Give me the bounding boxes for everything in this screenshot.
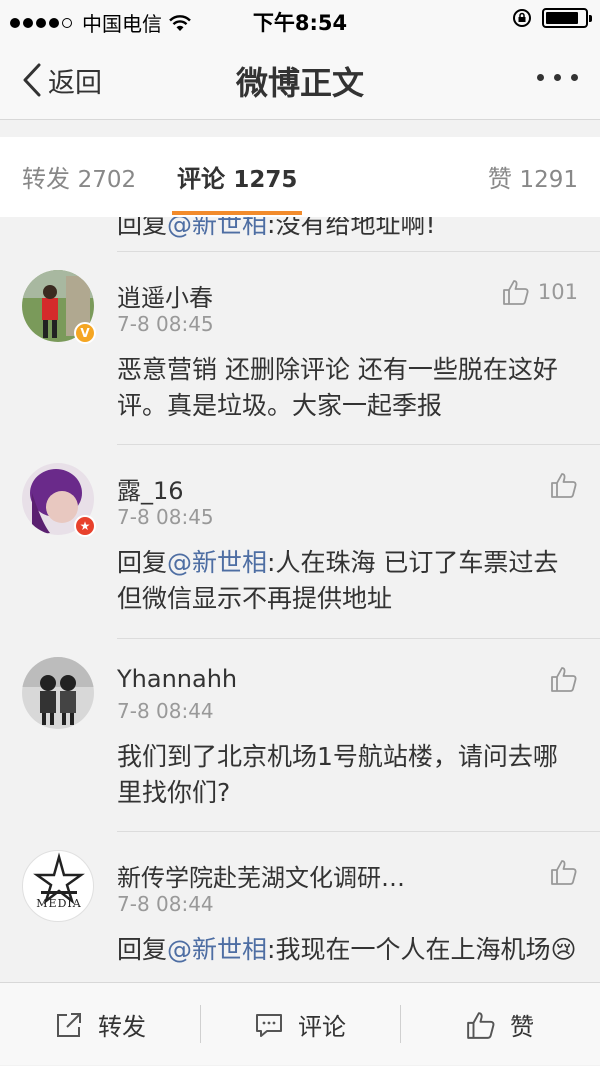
- thumbs-up-icon: [467, 1011, 495, 1039]
- comment-username[interactable]: 新传学院赴芜湖文化调研…: [117, 858, 405, 893]
- thumbs-up-icon: [551, 860, 577, 885]
- rotation-lock-icon: [513, 9, 531, 27]
- member-badge-icon: ★: [74, 515, 96, 537]
- comment-button[interactable]: 评论: [200, 983, 400, 1066]
- comment-item: MEDIA 新传学院赴芜湖文化调研… 7-8 08:44 回复@新世相:我现在一…: [0, 832, 600, 982]
- nav-bar: 返回 微博正文: [0, 40, 600, 120]
- partial-comment-text: 回复@新世相:没有给地址啊!: [117, 217, 435, 241]
- battery-icon: [542, 8, 592, 28]
- tab-repost-label: 转发: [22, 165, 70, 193]
- avatar-image: [22, 657, 94, 729]
- more-options-button[interactable]: [537, 74, 578, 81]
- more-dot-icon: [554, 74, 561, 81]
- status-bar: 中国电信 下午8:54: [0, 0, 600, 40]
- avatar-image: MEDIA: [22, 850, 94, 922]
- tab-comment-label: 评论: [177, 165, 225, 193]
- active-tab-indicator: [172, 211, 302, 215]
- status-right: [512, 8, 592, 28]
- comment-item: V 逍遥小春 7-8 08:45 101 恶意营销 还删除评论 还有一些脱在这好…: [0, 252, 600, 444]
- comment-username[interactable]: Yhannahh: [117, 665, 237, 693]
- comment-time: 7-8 08:45: [117, 312, 214, 336]
- more-dot-icon: [537, 74, 544, 81]
- page-title: 微博正文: [235, 64, 364, 102]
- comment-username[interactable]: 露_16: [117, 471, 184, 506]
- comment-label: 评论: [298, 1013, 346, 1041]
- reply-prefix: 回复: [117, 935, 168, 964]
- avatar[interactable]: ★: [22, 463, 96, 537]
- comment-item: ★ 露_16 7-8 08:45 回复@新世相:人在珠海 已订了车票过去 但微信…: [0, 445, 600, 638]
- comment-body: :没有给地址啊!: [267, 217, 436, 239]
- like-button[interactable]: [550, 858, 578, 886]
- tab-comment[interactable]: 评论 1275: [177, 159, 297, 194]
- share-icon: [57, 1012, 81, 1037]
- comment-text: :我现在一个人在上海机场😢: [267, 935, 577, 964]
- comment-list[interactable]: 回复@新世相:没有给地址啊! V 逍遥小春 7-8 08:45 101 恶意营销…: [0, 217, 600, 982]
- like-button[interactable]: 101: [502, 278, 578, 306]
- tab-like-count: 1291: [519, 167, 578, 193]
- repost-label: 转发: [98, 1013, 146, 1041]
- thumbs-up-icon: [551, 473, 577, 498]
- reply-prefix: 回复: [117, 548, 168, 577]
- like-count: 101: [537, 280, 578, 304]
- verified-badge-icon: V: [74, 322, 96, 344]
- repost-button[interactable]: 转发: [0, 983, 200, 1066]
- tab-comment-count: 1275: [233, 167, 298, 193]
- comment-username[interactable]: 逍遥小春: [117, 278, 213, 313]
- comment-body: 回复@新世相:我现在一个人在上海机场😢: [117, 932, 577, 968]
- comment-time: 7-8 08:44: [117, 699, 214, 723]
- thumbs-up-icon: [551, 667, 577, 692]
- like-button[interactable]: [550, 471, 578, 499]
- avatar[interactable]: [22, 657, 94, 729]
- mention-link[interactable]: @新世相: [167, 548, 267, 577]
- like-button[interactable]: [550, 665, 578, 693]
- bottom-action-bar: 转发 评论 赞: [0, 982, 600, 1065]
- avatar[interactable]: MEDIA: [22, 850, 94, 922]
- tabs-bar: 转发 2702 评论 1275 赞 1291: [0, 137, 600, 217]
- tab-like-label: 赞: [487, 165, 512, 193]
- comment-icon: [256, 1013, 282, 1037]
- like-label: 赞: [510, 1013, 534, 1041]
- status-time: 下午8:54: [252, 11, 348, 35]
- tab-repost[interactable]: 转发 2702: [22, 159, 136, 194]
- comment-body: 恶意营销 还删除评论 还有一些脱在这好评。真是垃圾。大家一起季报: [117, 355, 558, 420]
- comment-body: 我们到了北京机场1号航站楼，请问去哪里找你们?: [117, 742, 558, 807]
- like-post-button[interactable]: 赞: [400, 983, 600, 1066]
- more-dot-icon: [571, 74, 578, 81]
- avatar-logo-text: MEDIA: [36, 897, 82, 910]
- comment-time: 7-8 08:45: [117, 505, 214, 529]
- mention-link[interactable]: @新世相: [167, 935, 267, 964]
- comment-time: 7-8 08:44: [117, 892, 214, 916]
- mention-link[interactable]: @新世相: [167, 217, 267, 239]
- avatar[interactable]: V: [22, 270, 96, 344]
- reply-prefix: 回复: [117, 217, 168, 239]
- comment-item: Yhannahh 7-8 08:44 我们到了北京机场1号航站楼，请问去哪里找你…: [0, 639, 600, 831]
- comment-body: 回复@新世相:人在珠海 已订了车票过去 但微信显示不再提供地址: [117, 545, 577, 617]
- tab-repost-count: 2702: [77, 167, 137, 193]
- tab-like[interactable]: 赞 1291: [488, 159, 578, 194]
- thumbs-up-icon: [503, 280, 529, 305]
